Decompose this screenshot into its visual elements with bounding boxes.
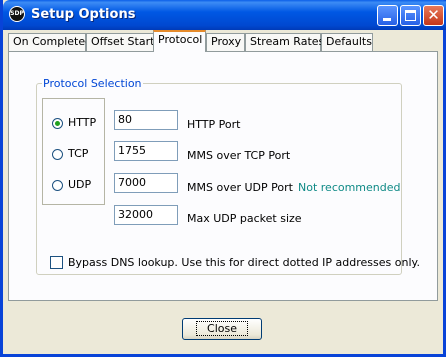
udp-port-input[interactable]: 7000	[114, 173, 178, 193]
bypass-dns-checkbox[interactable]	[50, 256, 63, 269]
tab-stream-rates[interactable]: Stream Rates	[245, 33, 324, 51]
radio-http-label[interactable]: HTTP	[68, 116, 96, 129]
app-icon: SDP	[9, 6, 25, 22]
radio-http[interactable]	[52, 118, 63, 129]
udp-port-label: MMS over UDP Port	[187, 181, 293, 194]
maximize-button[interactable]	[400, 5, 421, 26]
radio-udp[interactable]	[52, 180, 63, 191]
tab-defaults[interactable]: Defaults	[321, 33, 373, 51]
tab-on-completed[interactable]: On Completed	[8, 33, 92, 51]
http-port-label: HTTP Port	[187, 118, 241, 131]
minimize-icon	[383, 18, 391, 21]
http-port-input[interactable]: 80	[114, 110, 178, 130]
title-bar[interactable]: SDP Setup Options ✕	[3, 0, 446, 30]
maximize-icon	[405, 10, 416, 21]
tcp-port-label: MMS over TCP Port	[187, 149, 291, 162]
radio-tcp[interactable]	[52, 149, 63, 160]
setup-options-window: SDP Setup Options ✕ On Completed Offset …	[0, 0, 446, 357]
close-icon: ✕	[427, 6, 440, 24]
tab-protocol[interactable]: Protocol	[153, 30, 206, 52]
tab-proxy[interactable]: Proxy	[206, 33, 245, 51]
close-window-button[interactable]: ✕	[423, 5, 444, 26]
group-label: Protocol Selection	[42, 77, 143, 90]
tcp-port-input[interactable]: 1755	[114, 141, 178, 161]
close-button[interactable]: Close	[182, 318, 262, 340]
max-udp-packet-label: Max UDP packet size	[187, 212, 302, 225]
minimize-button[interactable]	[377, 5, 398, 26]
radio-tcp-label[interactable]: TCP	[68, 147, 88, 160]
window-title: Setup Options	[31, 7, 136, 22]
radio-udp-label[interactable]: UDP	[68, 178, 91, 191]
close-button-label: Close	[196, 321, 248, 336]
bypass-dns-label[interactable]: Bypass DNS lookup. Use this for direct d…	[68, 256, 420, 269]
max-udp-packet-input[interactable]: 32000	[114, 205, 178, 225]
udp-warning: Not recommended	[298, 181, 401, 194]
tab-offset-start[interactable]: Offset Start	[86, 33, 154, 51]
